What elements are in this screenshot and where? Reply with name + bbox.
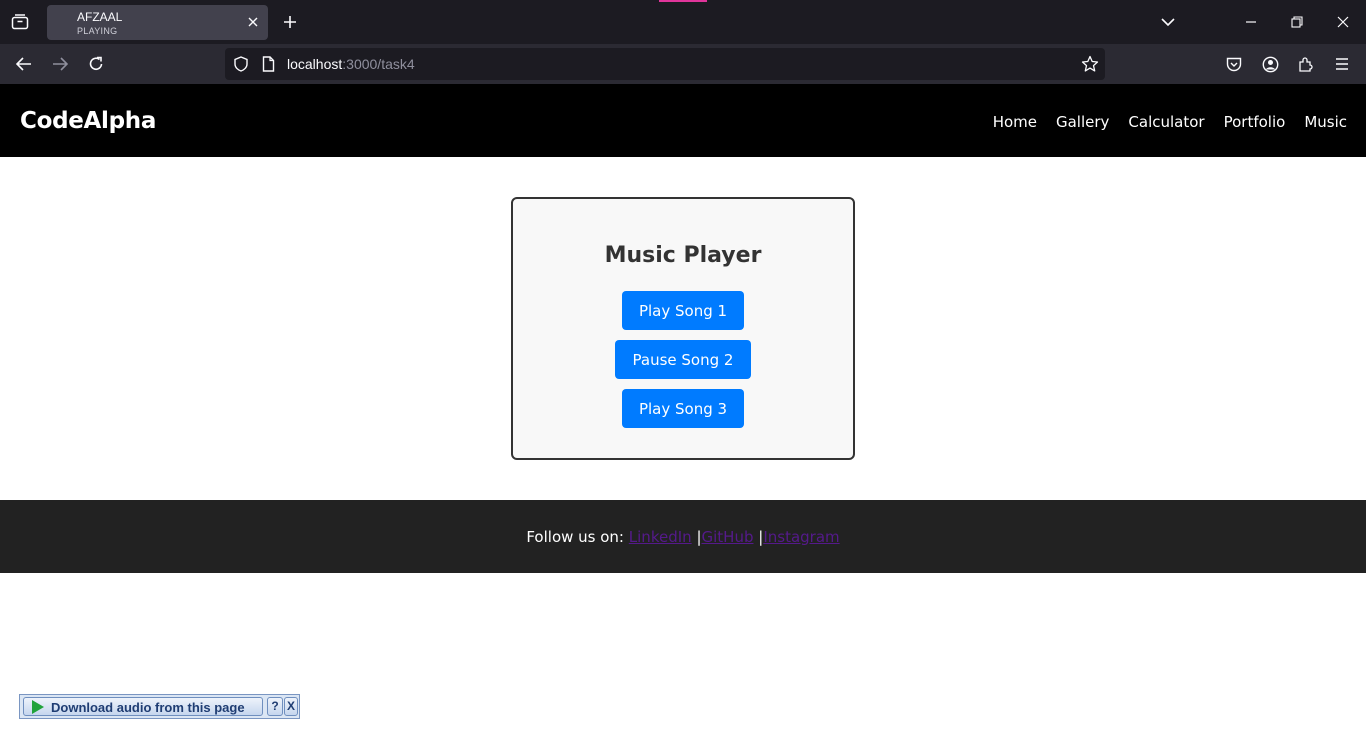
download-audio-label: Download audio from this page: [51, 700, 245, 715]
reload-icon[interactable]: [84, 52, 108, 76]
url-path: :3000/task4: [342, 56, 415, 72]
new-tab-plus-icon[interactable]: [279, 11, 301, 33]
extensions-icon[interactable]: [1294, 52, 1318, 76]
bookmark-star-icon[interactable]: [1081, 55, 1099, 77]
back-arrow-icon[interactable]: [12, 52, 36, 76]
url-host: localhost: [287, 56, 343, 72]
account-icon[interactable]: [1258, 52, 1282, 76]
url-bar[interactable]: localhost:3000/task4: [225, 48, 1105, 80]
tab-title: AFZAAL: [77, 10, 123, 24]
nav-portfolio-link[interactable]: Portfolio: [1224, 113, 1286, 131]
tab-status: PLAYING: [77, 26, 118, 36]
github-link[interactable]: GitHub: [702, 528, 754, 546]
footer-prefix: Follow us on:: [526, 528, 624, 546]
player-title: Music Player: [604, 243, 762, 268]
play-song-3-button[interactable]: Play Song 3: [622, 389, 744, 428]
url-text[interactable]: localhost:3000/task4: [287, 56, 415, 72]
nav-calculator-link[interactable]: Calculator: [1128, 113, 1204, 131]
site-nav: Home Gallery Calculator Portfolio Music: [993, 113, 1347, 131]
site-logo[interactable]: CodeAlpha: [20, 108, 156, 134]
active-tab[interactable]: AFZAAL PLAYING: [47, 5, 268, 40]
close-tab-icon[interactable]: [246, 15, 260, 29]
pocket-icon[interactable]: [1222, 52, 1246, 76]
play-song-1-button[interactable]: Play Song 1: [622, 291, 744, 330]
close-widget-button[interactable]: X: [284, 697, 298, 716]
close-window-icon[interactable]: [1331, 10, 1355, 34]
tab-accent-line: [659, 0, 707, 2]
tab-list-icon[interactable]: [8, 10, 32, 34]
download-audio-widget: Download audio from this page ? X: [19, 694, 300, 719]
nav-home-link[interactable]: Home: [993, 113, 1037, 131]
menu-hamburger-icon[interactable]: [1330, 52, 1354, 76]
shield-icon[interactable]: [233, 56, 249, 76]
page-icon[interactable]: [262, 56, 275, 76]
site-footer: Follow us on: LinkedIn |GitHub |Instagra…: [0, 500, 1366, 573]
pause-song-2-button[interactable]: Pause Song 2: [615, 340, 751, 379]
download-audio-button[interactable]: Download audio from this page: [23, 697, 263, 716]
footer-follow-line: Follow us on: LinkedIn |GitHub |Instagra…: [0, 528, 1366, 546]
forward-arrow-icon[interactable]: [48, 52, 72, 76]
music-player-card: Music Player Play Song 1 Pause Song 2 Pl…: [511, 197, 855, 460]
site-header: CodeAlpha Home Gallery Calculator Portfo…: [0, 84, 1366, 157]
browser-tab-bar: AFZAAL PLAYING: [0, 0, 1366, 44]
instagram-link[interactable]: Instagram: [763, 528, 839, 546]
help-button[interactable]: ?: [267, 697, 283, 716]
linkedin-link[interactable]: LinkedIn: [629, 528, 692, 546]
browser-nav-bar: localhost:3000/task4: [0, 44, 1366, 84]
chevron-down-icon[interactable]: [1156, 10, 1180, 34]
nav-music-link[interactable]: Music: [1304, 113, 1347, 131]
restore-icon[interactable]: [1285, 10, 1309, 34]
nav-gallery-link[interactable]: Gallery: [1056, 113, 1109, 131]
minimize-icon[interactable]: [1239, 10, 1263, 34]
play-triangle-icon: [32, 700, 44, 714]
